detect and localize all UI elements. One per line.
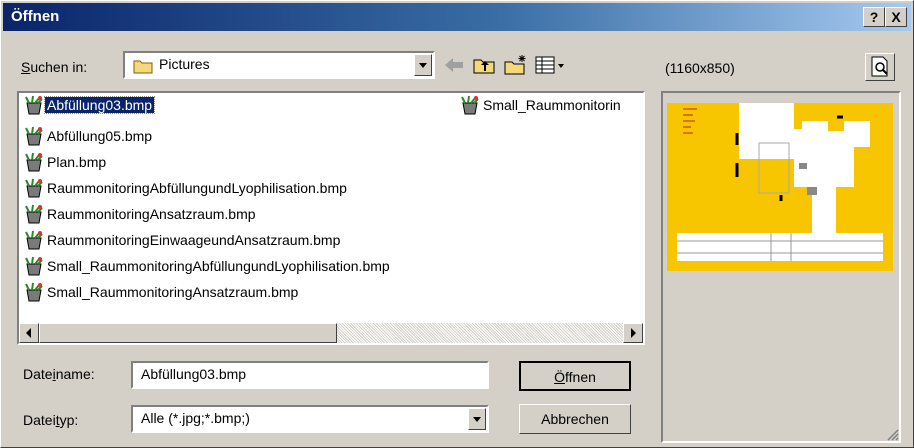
new-folder-icon[interactable]	[503, 53, 529, 77]
back-arrow-icon[interactable]	[441, 53, 467, 77]
preview-image	[667, 103, 893, 271]
title-bar[interactable]: Öffnen ? X	[3, 3, 911, 31]
list-item[interactable]: RaummonitoringEinwaageundAnsatzraum.bmp	[23, 230, 342, 250]
window-title: Öffnen	[11, 8, 60, 25]
list-item[interactable]: RaummonitoringAbfüllungundLyophilisation…	[23, 178, 349, 198]
image-file-icon	[23, 95, 45, 115]
image-file-icon	[23, 230, 45, 250]
preview-dimensions: (1160x850)	[665, 60, 735, 76]
filename-input[interactable]: Abfüllung03.bmp	[131, 361, 489, 389]
look-in-dropdown-button[interactable]	[414, 54, 432, 76]
preview-toggle-button[interactable]	[865, 53, 895, 81]
filetype-value: Alle (*.jpg;*.bmp;)	[141, 410, 250, 426]
file-list[interactable]: Abfüllung03.bmp Abfüllung05.bmp Plan.bmp…	[17, 91, 645, 345]
filetype-combo[interactable]: Alle (*.jpg;*.bmp;)	[131, 405, 489, 433]
scrollbar-thumb[interactable]	[39, 323, 337, 343]
filename-label: Dateiname:	[23, 366, 95, 382]
list-item[interactable]: Small_RaummonitoringAbfüllungundLyophili…	[23, 256, 392, 276]
open-dialog: Öffnen ? X Suchen in: Pictures (1160x850…	[0, 0, 914, 448]
scroll-right-button[interactable]	[623, 323, 643, 343]
list-item[interactable]: Abfüllung03.bmp	[23, 95, 156, 115]
list-item[interactable]: Small_Raummonitorin	[459, 95, 623, 115]
list-item[interactable]: Small_RaummonitoringAnsatzraum.bmp	[23, 282, 300, 302]
horizontal-scrollbar[interactable]	[19, 323, 643, 343]
image-file-icon	[23, 256, 45, 276]
look-in-value: Pictures	[159, 56, 210, 72]
list-item[interactable]: Abfüllung05.bmp	[23, 126, 154, 146]
image-file-icon	[23, 152, 45, 172]
open-button[interactable]: Öffnen	[519, 361, 631, 391]
filetype-label: Dateityp:	[23, 412, 79, 428]
resize-grip-icon[interactable]	[885, 427, 899, 441]
filename-value: Abfüllung03.bmp	[141, 366, 247, 382]
image-file-icon	[23, 178, 45, 198]
cancel-button[interactable]: Abbrechen	[519, 404, 631, 434]
look-in-label: Suchen in:	[21, 59, 88, 75]
help-button[interactable]: ?	[863, 7, 885, 27]
image-file-icon	[23, 282, 45, 302]
list-item[interactable]: Plan.bmp	[23, 152, 108, 172]
folder-icon	[133, 58, 153, 77]
preview-pane	[661, 91, 901, 443]
list-item[interactable]: RaummonitoringAnsatzraum.bmp	[23, 204, 258, 224]
look-in-combo[interactable]: Pictures	[123, 51, 435, 79]
image-file-icon	[23, 126, 45, 146]
up-folder-icon[interactable]	[471, 53, 497, 77]
close-button[interactable]: X	[885, 7, 907, 27]
scroll-left-button[interactable]	[19, 323, 39, 343]
page-magnifier-icon	[871, 56, 888, 77]
filetype-dropdown-button[interactable]	[468, 408, 486, 430]
view-menu-icon[interactable]	[533, 53, 567, 77]
image-file-icon	[23, 204, 45, 224]
image-file-icon	[459, 95, 481, 115]
